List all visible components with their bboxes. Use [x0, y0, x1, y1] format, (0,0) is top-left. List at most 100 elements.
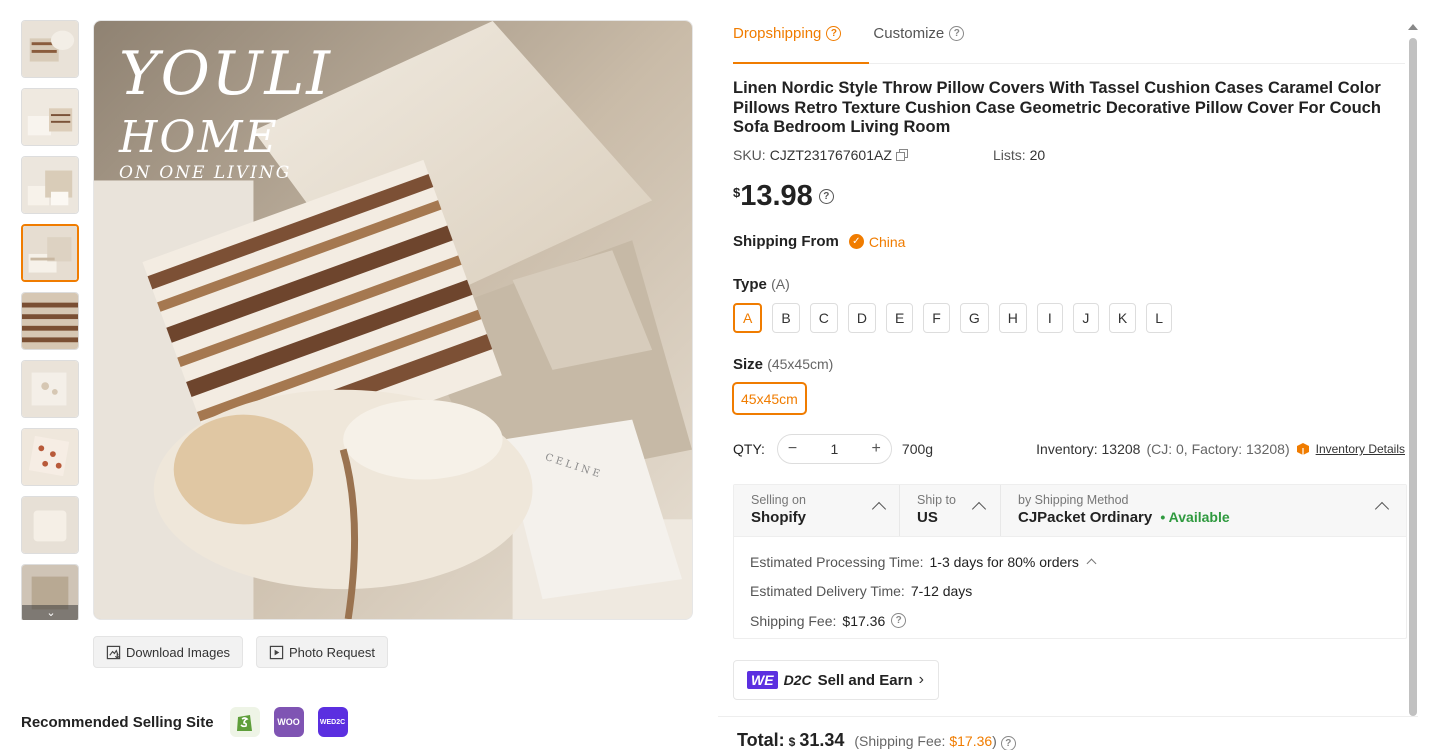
chevron-up-icon[interactable] — [1086, 558, 1097, 569]
ship-to-value: US — [917, 509, 938, 526]
increase-button[interactable]: + — [872, 440, 881, 458]
inventory: Inventory: 13208 (CJ: 0, Factory: 13208)… — [1036, 441, 1405, 457]
availability-status: • Available — [1160, 509, 1230, 525]
type-option-i[interactable]: I — [1036, 303, 1063, 333]
thumbnail-8[interactable] — [21, 496, 79, 554]
tab-customize[interactable]: Customize ? — [873, 20, 965, 46]
wed2c-icon[interactable]: WED2C — [317, 707, 348, 737]
shopify-icon[interactable] — [229, 707, 260, 737]
type-option-a[interactable]: A — [733, 303, 763, 333]
photo-request-label: Photo Request — [289, 644, 376, 660]
total-fee-prefix: (Shipping Fee: — [854, 733, 946, 749]
quantity-row: QTY: − 1 + 700g Inventory: 13208 (CJ: 0,… — [733, 434, 1405, 464]
shipping-origin-option[interactable]: ✓ China — [848, 233, 906, 250]
total-row: Total: $ 31.34 (Shipping Fee: $17.36) ? — [737, 730, 1016, 750]
thumbnail-2[interactable] — [21, 88, 79, 146]
delivery-time-row: Estimated Delivery Time: 7-12 days — [750, 577, 1406, 607]
total-currency: $ — [788, 735, 796, 749]
sku-row: SKU: CJZT231767601AZ — [733, 147, 908, 163]
sku-value: CJZT231767601AZ — [769, 147, 892, 163]
type-option-k[interactable]: K — [1108, 303, 1137, 333]
shipping-method-row: CJPacket Ordinary • Available — [1018, 509, 1406, 526]
recommended-selling-sites: Recommended Selling Site WOO WED2C — [21, 707, 348, 737]
download-images-button[interactable]: Download Images — [93, 636, 244, 668]
help-icon[interactable]: ? — [818, 189, 834, 204]
brand-line-1: YOULI — [119, 39, 332, 109]
delivery-time-value: 7-12 days — [910, 583, 973, 600]
scrollbar[interactable] — [1409, 38, 1417, 716]
total-fee-value: $17.36 — [949, 733, 993, 749]
sku-label: SKU: — [733, 147, 766, 163]
shipping-panel: Selling on Shopify Ship to US by Shippin… — [733, 484, 1407, 639]
ship-to-selector[interactable]: Ship to US — [900, 485, 1001, 536]
tab-dropshipping-label: Dropshipping — [733, 24, 822, 42]
size-label: Size — [733, 356, 764, 373]
type-option-g[interactable]: G — [959, 303, 989, 333]
check-icon: ✓ — [848, 234, 864, 249]
processing-time-row: Estimated Processing Time: 1-3 days for … — [750, 547, 1406, 577]
shipping-method-value: CJPacket Ordinary — [1018, 509, 1153, 526]
type-option-f[interactable]: F — [923, 303, 950, 333]
download-images-label: Download Images — [126, 644, 231, 660]
shipping-from-label: Shipping From — [733, 233, 839, 250]
size-option-45x45cm[interactable]: 45x45cm — [732, 382, 807, 415]
shipping-fee-row: Shipping Fee: $17.36 ? — [750, 606, 1406, 636]
weight: 700g — [901, 441, 934, 457]
lists-row: Lists: 20 — [993, 147, 1045, 163]
wed2c-logo-d2c: D2C — [783, 672, 812, 688]
help-icon[interactable]: ? — [891, 613, 907, 629]
help-icon[interactable]: ? — [1000, 736, 1016, 750]
type-option-l[interactable]: L — [1146, 303, 1173, 333]
decrease-button[interactable]: − — [788, 440, 797, 458]
type-option-h[interactable]: H — [998, 303, 1027, 333]
help-icon[interactable]: ? — [949, 25, 965, 41]
photo-request-button[interactable]: Photo Request — [256, 636, 389, 668]
type-option-j[interactable]: J — [1072, 303, 1099, 333]
type-option-d[interactable]: D — [847, 303, 876, 333]
shipping-method-selector[interactable]: by Shipping Method CJPacket Ordinary • A… — [1001, 485, 1406, 536]
shipping-origin-value: China — [868, 233, 906, 250]
type-selected: (A) — [771, 276, 790, 292]
delivery-time-label: Estimated Delivery Time: — [750, 583, 905, 600]
ship-to-label: Ship to — [917, 493, 956, 507]
main-product-image[interactable]: YOULI HOME ON ONE LIVING CELINE — [93, 20, 693, 620]
sell-and-earn-button[interactable]: WE D2C Sell and Earn › — [733, 660, 939, 700]
processing-time-value: 1-3 days for 80% orders — [929, 553, 1079, 570]
thumbnail-strip: ⌄ — [21, 20, 81, 620]
price-currency: $ — [733, 185, 741, 200]
product-title: Linen Nordic Style Throw Pillow Covers W… — [733, 79, 1381, 136]
lists-label: Lists: — [993, 147, 1026, 163]
selling-on-selector[interactable]: Selling on Shopify — [734, 485, 900, 536]
inventory-details-link[interactable]: Inventory Details — [1316, 442, 1405, 456]
brand-line-3: ON ONE LIVING — [119, 163, 292, 183]
price: $ 13.98 ? — [733, 180, 834, 213]
thumbnail-9[interactable]: ⌄ — [21, 564, 79, 620]
size-selected: (45x45cm) — [767, 356, 834, 372]
thumbnail-1[interactable] — [21, 20, 79, 78]
chevron-down-icon[interactable]: ⌄ — [22, 605, 78, 620]
processing-time-label: Estimated Processing Time: — [750, 553, 924, 570]
type-options: A B C D E F G H I J K L — [733, 303, 1173, 333]
type-label: Type — [733, 276, 767, 293]
type-option-b[interactable]: B — [772, 303, 800, 333]
woocommerce-icon[interactable]: WOO — [273, 707, 304, 737]
total-label: Total: — [737, 730, 785, 750]
copy-icon[interactable] — [895, 149, 908, 161]
tab-dropshipping[interactable]: Dropshipping ? — [733, 20, 870, 64]
thumbnail-4[interactable] — [21, 224, 79, 282]
thumbnail-6[interactable] — [21, 360, 79, 418]
thumbnail-5[interactable] — [21, 292, 79, 350]
quantity-input[interactable]: 1 — [831, 441, 839, 457]
shipping-selectors: Selling on Shopify Ship to US by Shippin… — [734, 485, 1406, 537]
price-amount: 13.98 — [740, 180, 813, 212]
thumbnail-7[interactable] — [21, 428, 79, 486]
scroll-up-arrow[interactable] — [1408, 24, 1418, 30]
quantity-stepper: − 1 + — [776, 434, 892, 464]
type-option-c[interactable]: C — [809, 303, 838, 333]
help-icon[interactable]: ? — [826, 25, 842, 41]
shipping-from: Shipping From ✓ China — [733, 233, 905, 250]
type-option-e[interactable]: E — [885, 303, 914, 333]
thumbnail-3[interactable] — [21, 156, 79, 214]
recommended-label: Recommended Selling Site — [21, 713, 214, 731]
inventory-box-icon — [1296, 443, 1309, 455]
